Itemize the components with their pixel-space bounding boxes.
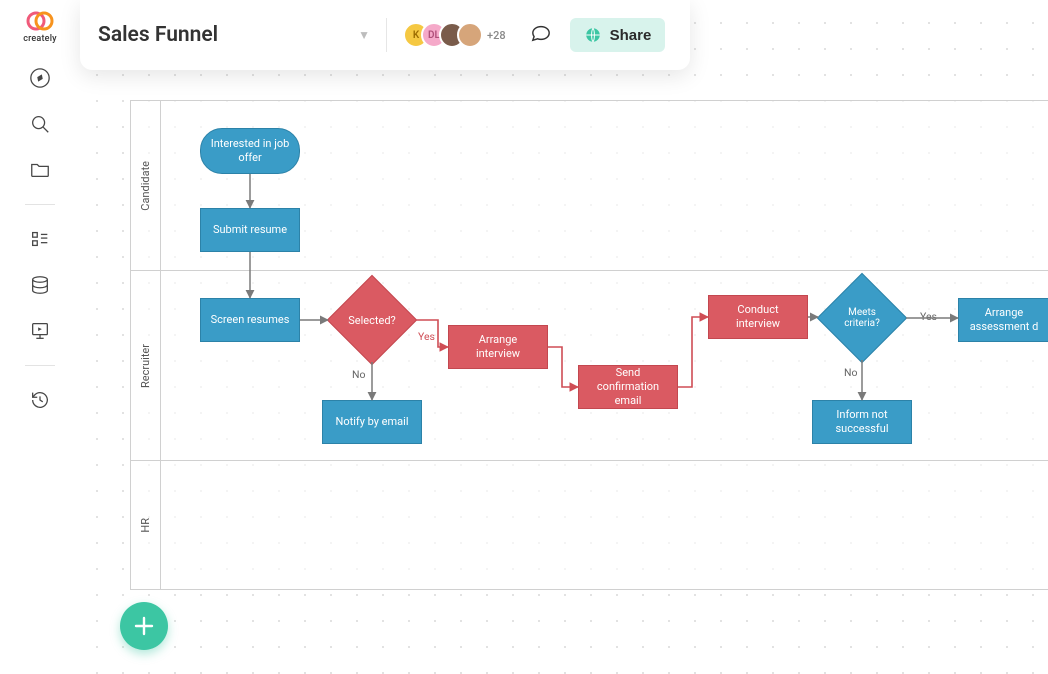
node-meets-criteria-decision[interactable]: Meets criteria? [830,286,894,350]
node-interested[interactable]: Interested in job offer [200,128,300,174]
add-button[interactable] [120,602,168,650]
share-label: Share [610,27,652,44]
lane-hr[interactable]: HR [130,460,1048,590]
node-notify-email[interactable]: Notify by email [322,400,422,444]
collaborator-avatars[interactable]: K DL +28 [403,22,506,48]
left-rail: creately [0,0,80,674]
divider [386,18,387,52]
folder-icon[interactable] [28,158,52,182]
database-icon[interactable] [28,273,52,297]
divider [25,365,55,366]
avatar-overflow-count[interactable]: +28 [487,29,506,42]
compass-icon[interactable] [28,66,52,90]
brand-name: creately [23,34,57,44]
edge-label-selected-no: No [352,368,365,381]
share-button[interactable]: Share [570,18,666,52]
lane-header[interactable]: HR [131,461,161,589]
edge-label-criteria-no: No [844,366,857,379]
node-selected-decision[interactable]: Selected? [340,288,404,352]
node-arrange-assessment[interactable]: Arrange assessment d [958,298,1048,342]
diagram-canvas[interactable]: Candidate Recruiter HR Interested in job… [130,100,1048,654]
node-arrange-interview[interactable]: Arrange interview [448,325,548,369]
edge-label-selected-yes: Yes [418,330,435,343]
comment-icon[interactable] [530,23,552,47]
lane-header[interactable]: Candidate [131,101,161,270]
presentation-icon[interactable] [28,319,52,343]
document-title[interactable]: Sales Funnel [98,23,218,47]
chevron-down-icon[interactable]: ▼ [358,28,370,42]
main-area: Sales Funnel ▼ K DL +28 Share Candidate [80,0,1048,674]
topbar: Sales Funnel ▼ K DL +28 Share [80,0,690,70]
lane-header[interactable]: Recruiter [131,271,161,460]
node-conduct-interview[interactable]: Conduct interview [708,295,808,339]
node-send-confirmation[interactable]: Send confirmation email [578,365,678,409]
node-submit-resume[interactable]: Submit resume [200,208,300,252]
lane-body [161,461,1048,589]
brand-logo[interactable]: creately [23,10,57,44]
search-icon[interactable] [28,112,52,136]
node-screen-resumes[interactable]: Screen resumes [200,298,300,342]
avatar[interactable] [457,22,483,48]
history-icon[interactable] [28,388,52,412]
node-inform-not-successful[interactable]: Inform not successful [812,400,912,444]
divider [25,204,55,205]
blocks-icon[interactable] [28,227,52,251]
edge-label-criteria-yes: Yes [920,310,937,323]
